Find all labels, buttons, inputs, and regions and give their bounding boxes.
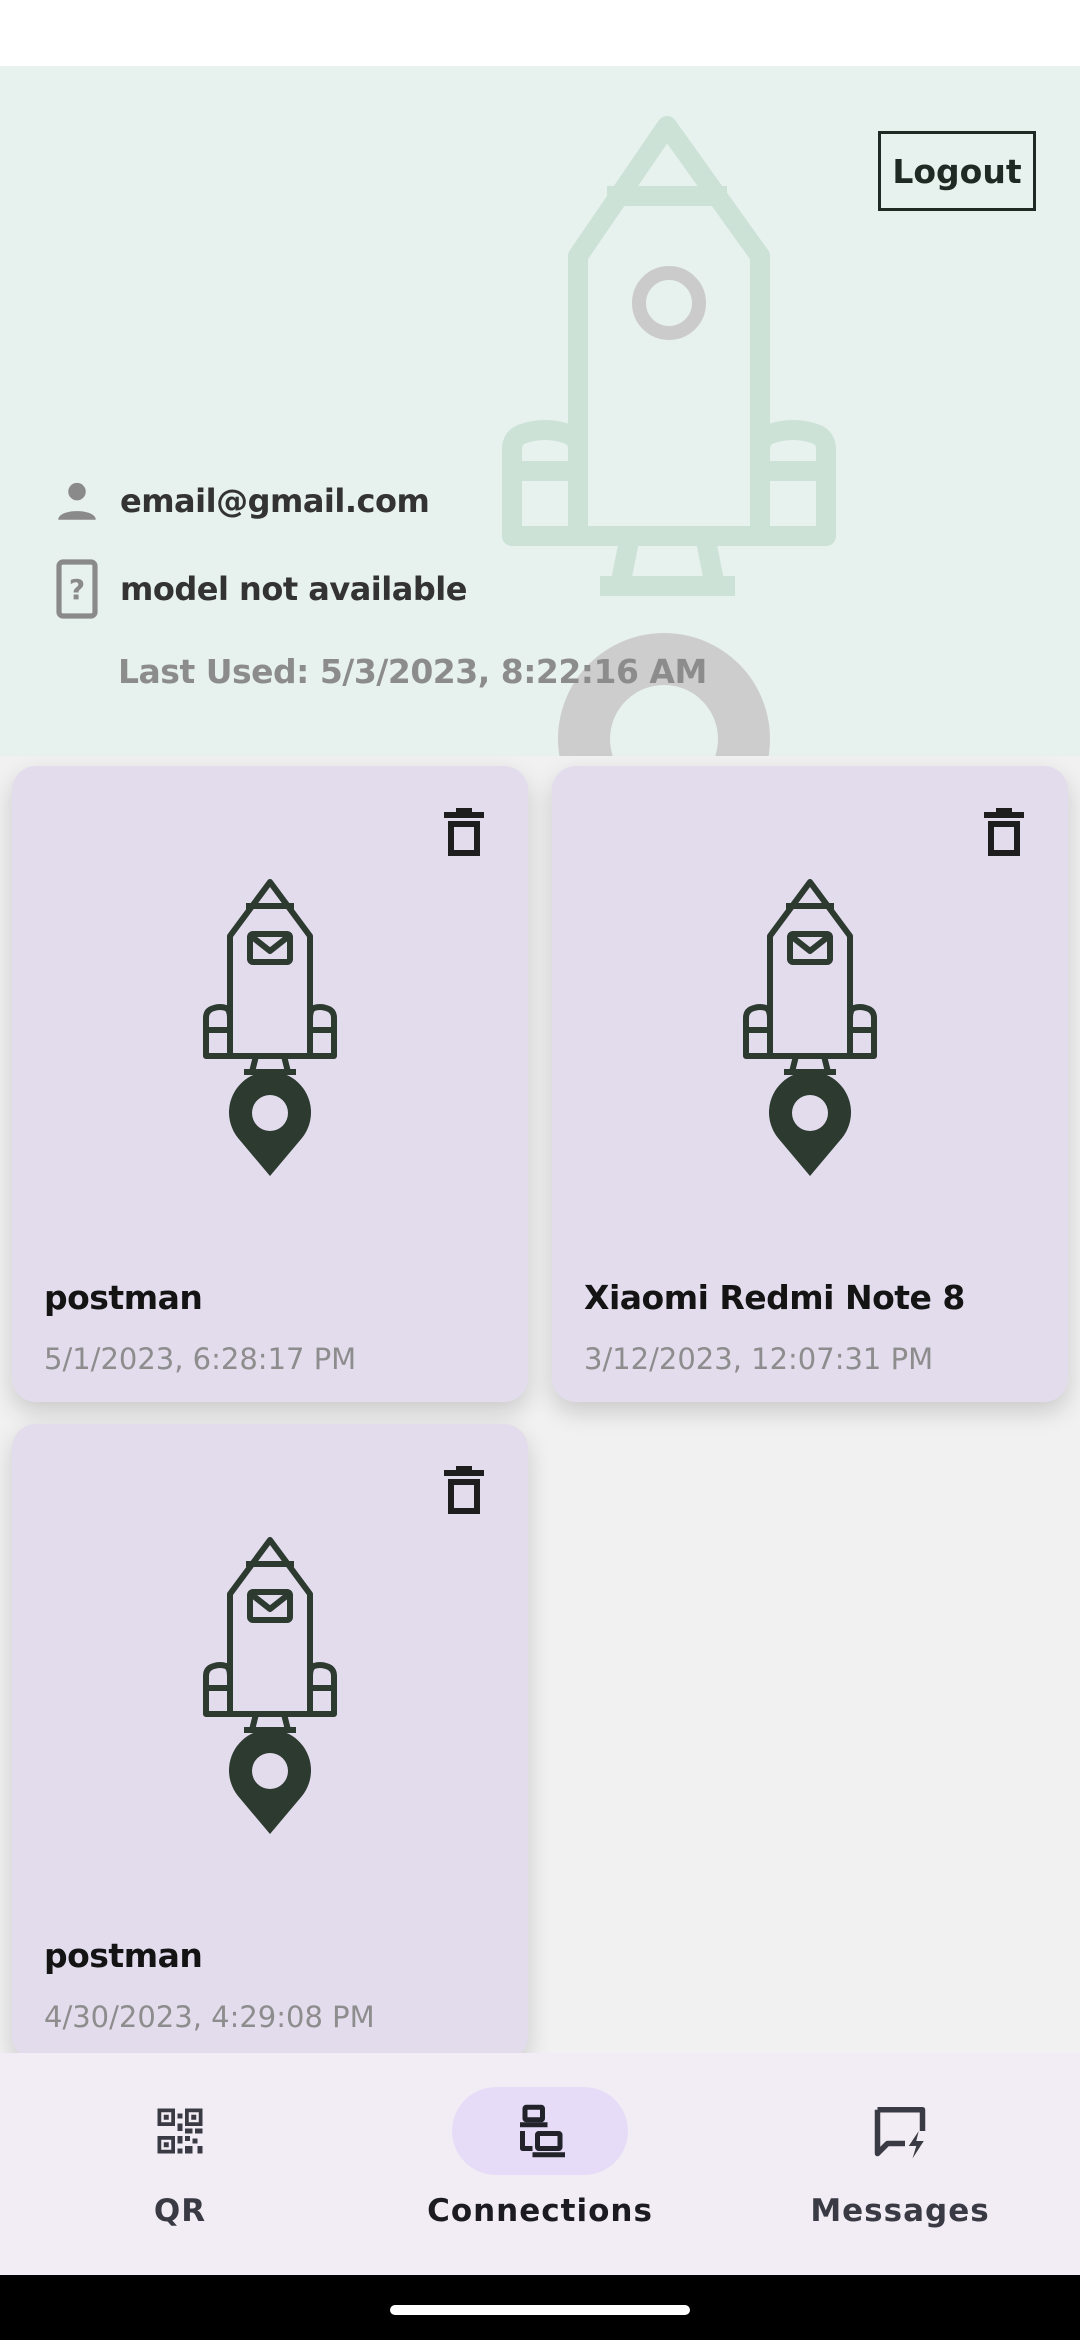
email-row: email@gmail.com bbox=[50, 474, 430, 528]
account-header: Logout email@gmail.com ? model not avail… bbox=[0, 66, 1080, 756]
logout-button[interactable]: Logout bbox=[878, 131, 1036, 211]
nav-label-connections: Connections bbox=[427, 2193, 653, 2229]
connection-date: 3/12/2023, 12:07:31 PM bbox=[584, 1342, 934, 1376]
message-alert-icon bbox=[874, 2107, 926, 2159]
connection-name: postman bbox=[44, 1278, 203, 1317]
connection-card[interactable]: postman 4/30/2023, 4:29:08 PM bbox=[12, 1424, 528, 2060]
svg-text:?: ? bbox=[69, 573, 85, 606]
bottom-navigation: QR Connections Messages bbox=[0, 2053, 1080, 2275]
account-email: email@gmail.com bbox=[120, 482, 430, 520]
delete-icon[interactable] bbox=[980, 804, 1028, 858]
nav-item-messages[interactable]: Messages bbox=[720, 2053, 1080, 2275]
qr-code-icon bbox=[157, 2108, 203, 2154]
connection-date: 5/1/2023, 6:28:17 PM bbox=[44, 1342, 357, 1376]
person-icon bbox=[50, 474, 104, 528]
device-unknown-icon: ? bbox=[50, 559, 104, 619]
rocket-location-icon bbox=[203, 1537, 337, 1834]
connection-date: 4/30/2023, 4:29:08 PM bbox=[44, 2000, 375, 2034]
devices-icon bbox=[520, 2104, 565, 2158]
connection-card[interactable]: postman 5/1/2023, 6:28:17 PM bbox=[12, 766, 528, 1402]
delete-icon[interactable] bbox=[440, 1462, 488, 1516]
nav-item-qr[interactable]: QR bbox=[0, 2053, 360, 2275]
nav-item-connections[interactable]: Connections bbox=[360, 2053, 720, 2275]
device-model-row: ? model not available bbox=[50, 559, 467, 619]
home-gesture-handle[interactable] bbox=[390, 2305, 690, 2315]
connection-name: postman bbox=[44, 1936, 203, 1975]
rocket-location-icon bbox=[203, 879, 337, 1176]
last-used-timestamp: Last Used: 5/3/2023, 8:22:16 AM bbox=[118, 652, 707, 691]
nav-label-messages: Messages bbox=[810, 2193, 990, 2229]
delete-icon[interactable] bbox=[440, 804, 488, 858]
status-bar bbox=[0, 0, 1080, 66]
device-model: model not available bbox=[120, 570, 467, 608]
connection-card[interactable]: Xiaomi Redmi Note 8 3/12/2023, 12:07:31 … bbox=[552, 766, 1068, 1402]
rocket-location-icon bbox=[743, 879, 877, 1176]
nav-label-qr: QR bbox=[153, 2193, 207, 2229]
connection-name: Xiaomi Redmi Note 8 bbox=[584, 1278, 965, 1317]
